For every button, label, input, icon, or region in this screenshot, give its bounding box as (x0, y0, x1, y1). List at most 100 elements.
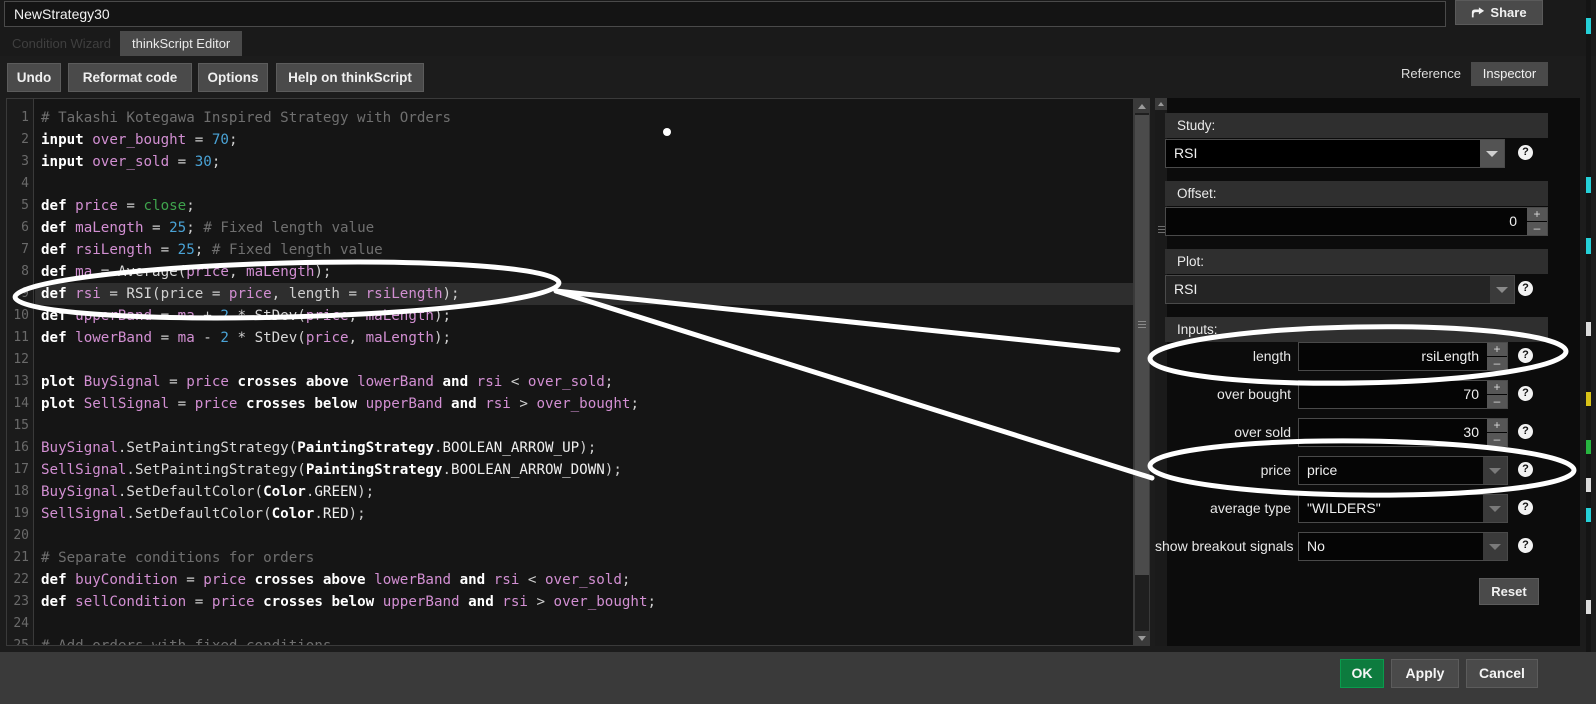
code-token: * (228, 308, 255, 324)
input-help-icon[interactable]: ? (1518, 424, 1533, 439)
undo-button[interactable]: Undo (7, 63, 61, 92)
code-line[interactable]: SellSignal.SetPaintingStrategy(PaintingS… (41, 459, 622, 481)
offset-input[interactable]: 0 + – (1165, 207, 1548, 236)
code-token: SellSignal (83, 396, 170, 412)
decrement-button[interactable]: – (1487, 433, 1507, 446)
input-dropdown-arrow-icon[interactable] (1483, 495, 1507, 522)
input-value: No (1307, 538, 1325, 554)
input-dropdown-arrow-icon[interactable] (1483, 533, 1507, 560)
apply-button[interactable]: Apply (1391, 659, 1459, 688)
code-line[interactable]: def rsiLength = 25; # Fixed length value (41, 239, 383, 261)
code-token: maLength (365, 330, 434, 346)
input-stepper[interactable]: + – (1487, 381, 1507, 408)
input-stepper[interactable]: + – (1487, 343, 1507, 370)
code-line[interactable]: def upperBand = ma + 2 * StDev(price, ma… (41, 305, 451, 327)
offset-decrement-button[interactable]: – (1527, 222, 1547, 235)
code-token: ); (433, 308, 452, 324)
input-field-average-type[interactable]: "WILDERS" (1298, 494, 1508, 523)
code-token: lowerBand (75, 330, 153, 346)
line-number: 23 (13, 594, 29, 609)
code-line[interactable]: # Add orders with fixed conditions (41, 635, 331, 645)
input-field-over-sold[interactable]: 30 + – (1298, 418, 1508, 447)
code-line[interactable]: BuySignal.SetPaintingStrategy(PaintingSt… (41, 437, 596, 459)
plot-color-marker (1586, 600, 1591, 614)
tab-inspector[interactable]: Inspector (1471, 62, 1548, 86)
offset-increment-button[interactable]: + (1527, 208, 1547, 221)
code-token: = (152, 242, 178, 258)
plot-select[interactable]: RSI (1165, 275, 1515, 304)
code-token: ); (357, 484, 375, 500)
code-line[interactable]: def sellCondition = price crosses below … (41, 591, 656, 613)
input-dropdown-arrow-icon[interactable] (1483, 457, 1507, 484)
tab-reference[interactable]: Reference (1395, 62, 1467, 86)
input-field-price[interactable]: price (1298, 456, 1508, 485)
ok-button[interactable]: OK (1340, 659, 1384, 688)
code-line[interactable]: plot BuySignal = price crosses above low… (41, 371, 613, 393)
input-field-over-bought[interactable]: 70 + – (1298, 380, 1508, 409)
strategy-name-input[interactable]: NewStrategy30 (4, 1, 1446, 27)
code-token: PaintingStrategy (297, 440, 434, 456)
input-help-icon[interactable]: ? (1518, 386, 1533, 401)
code-line[interactable]: def ma = Average(price, maLength); (41, 261, 331, 283)
help-on-thinkscript-button[interactable]: Help on thinkScript (276, 63, 424, 92)
editor-scrollbar-thumb[interactable] (1135, 115, 1149, 575)
code-token: over_bought (536, 396, 631, 412)
options-button[interactable]: Options (198, 63, 268, 92)
study-help-icon[interactable]: ? (1518, 145, 1533, 160)
reformat-code-button[interactable]: Reformat code (68, 63, 192, 92)
input-help-icon[interactable]: ? (1518, 462, 1533, 477)
code-text-area[interactable]: # Takashi Kotegawa Inspired Strategy wit… (35, 99, 1133, 645)
input-stepper[interactable]: + – (1487, 419, 1507, 446)
code-token: Color (263, 484, 306, 500)
code-token: and (442, 374, 469, 390)
line-number: 8 (21, 264, 29, 279)
code-line[interactable]: # Separate conditions for orders (41, 547, 314, 569)
share-button[interactable]: Share (1455, 0, 1543, 25)
code-line[interactable]: plot SellSignal = price crosses below up… (41, 393, 639, 415)
increment-button[interactable]: + (1487, 343, 1507, 356)
increment-button[interactable]: + (1487, 419, 1507, 432)
code-token: ; (211, 154, 221, 170)
code-token: lowerBand (357, 374, 434, 390)
code-editor[interactable]: 1 2 3 4 5 6 7 8 9 10 11 12 13 14 15 16 17 18 19 20 21 22 23 24 2… (6, 98, 1134, 646)
scroll-up-arrow-icon[interactable] (1135, 99, 1149, 113)
input-help-icon[interactable]: ? (1518, 538, 1533, 553)
decrement-button[interactable]: – (1487, 357, 1507, 370)
code-line[interactable]: SellSignal.SetDefaultColor(Color.RED); (41, 503, 366, 525)
input-field-length[interactable]: rsiLength + – (1298, 342, 1508, 371)
cancel-button[interactable]: Cancel (1466, 659, 1538, 688)
input-value: 70 (1463, 386, 1479, 402)
inspector-scroll-up-arrow-icon[interactable] (1155, 98, 1167, 110)
code-line[interactable]: input over_bought = 70; (41, 129, 237, 151)
input-field-show-breakout-signals[interactable]: No (1298, 532, 1508, 561)
increment-button[interactable]: + (1487, 381, 1507, 394)
study-dropdown-arrow-icon[interactable] (1480, 140, 1504, 167)
decrement-button[interactable]: – (1487, 395, 1507, 408)
code-line[interactable]: def lowerBand = ma - 2 * StDev(price, ma… (41, 327, 451, 349)
code-line[interactable]: def buyCondition = price crosses above l… (41, 569, 630, 591)
code-token: over_sold (545, 572, 622, 588)
plot-dropdown-arrow-icon[interactable] (1490, 276, 1514, 303)
code-line[interactable]: input over_sold = 30; (41, 151, 220, 173)
editor-vertical-scrollbar[interactable] (1134, 98, 1150, 646)
code-line[interactable]: def rsi = RSI(price = price, length = rs… (41, 283, 460, 305)
code-token: ); (314, 264, 332, 280)
code-line[interactable]: def price = close; (41, 195, 195, 217)
offset-stepper[interactable]: + – (1527, 208, 1547, 235)
tab-condition-wizard[interactable]: Condition Wizard (0, 31, 123, 56)
input-help-icon[interactable]: ? (1518, 348, 1533, 363)
code-line[interactable]: BuySignal.SetDefaultColor(Color.GREEN); (41, 481, 374, 503)
input-help-icon[interactable]: ? (1518, 500, 1533, 515)
tab-thinkscript-editor[interactable]: thinkScript Editor (120, 31, 243, 56)
plot-help-icon[interactable]: ? (1518, 281, 1533, 296)
code-line[interactable]: def maLength = 25; # Fixed length value (41, 217, 374, 239)
scroll-down-arrow-icon[interactable] (1135, 631, 1149, 645)
study-select[interactable]: RSI (1165, 139, 1505, 168)
code-token: def (41, 220, 76, 236)
code-line[interactable]: # Takashi Kotegawa Inspired Strategy wit… (41, 107, 451, 129)
reset-button[interactable]: Reset (1479, 578, 1539, 605)
